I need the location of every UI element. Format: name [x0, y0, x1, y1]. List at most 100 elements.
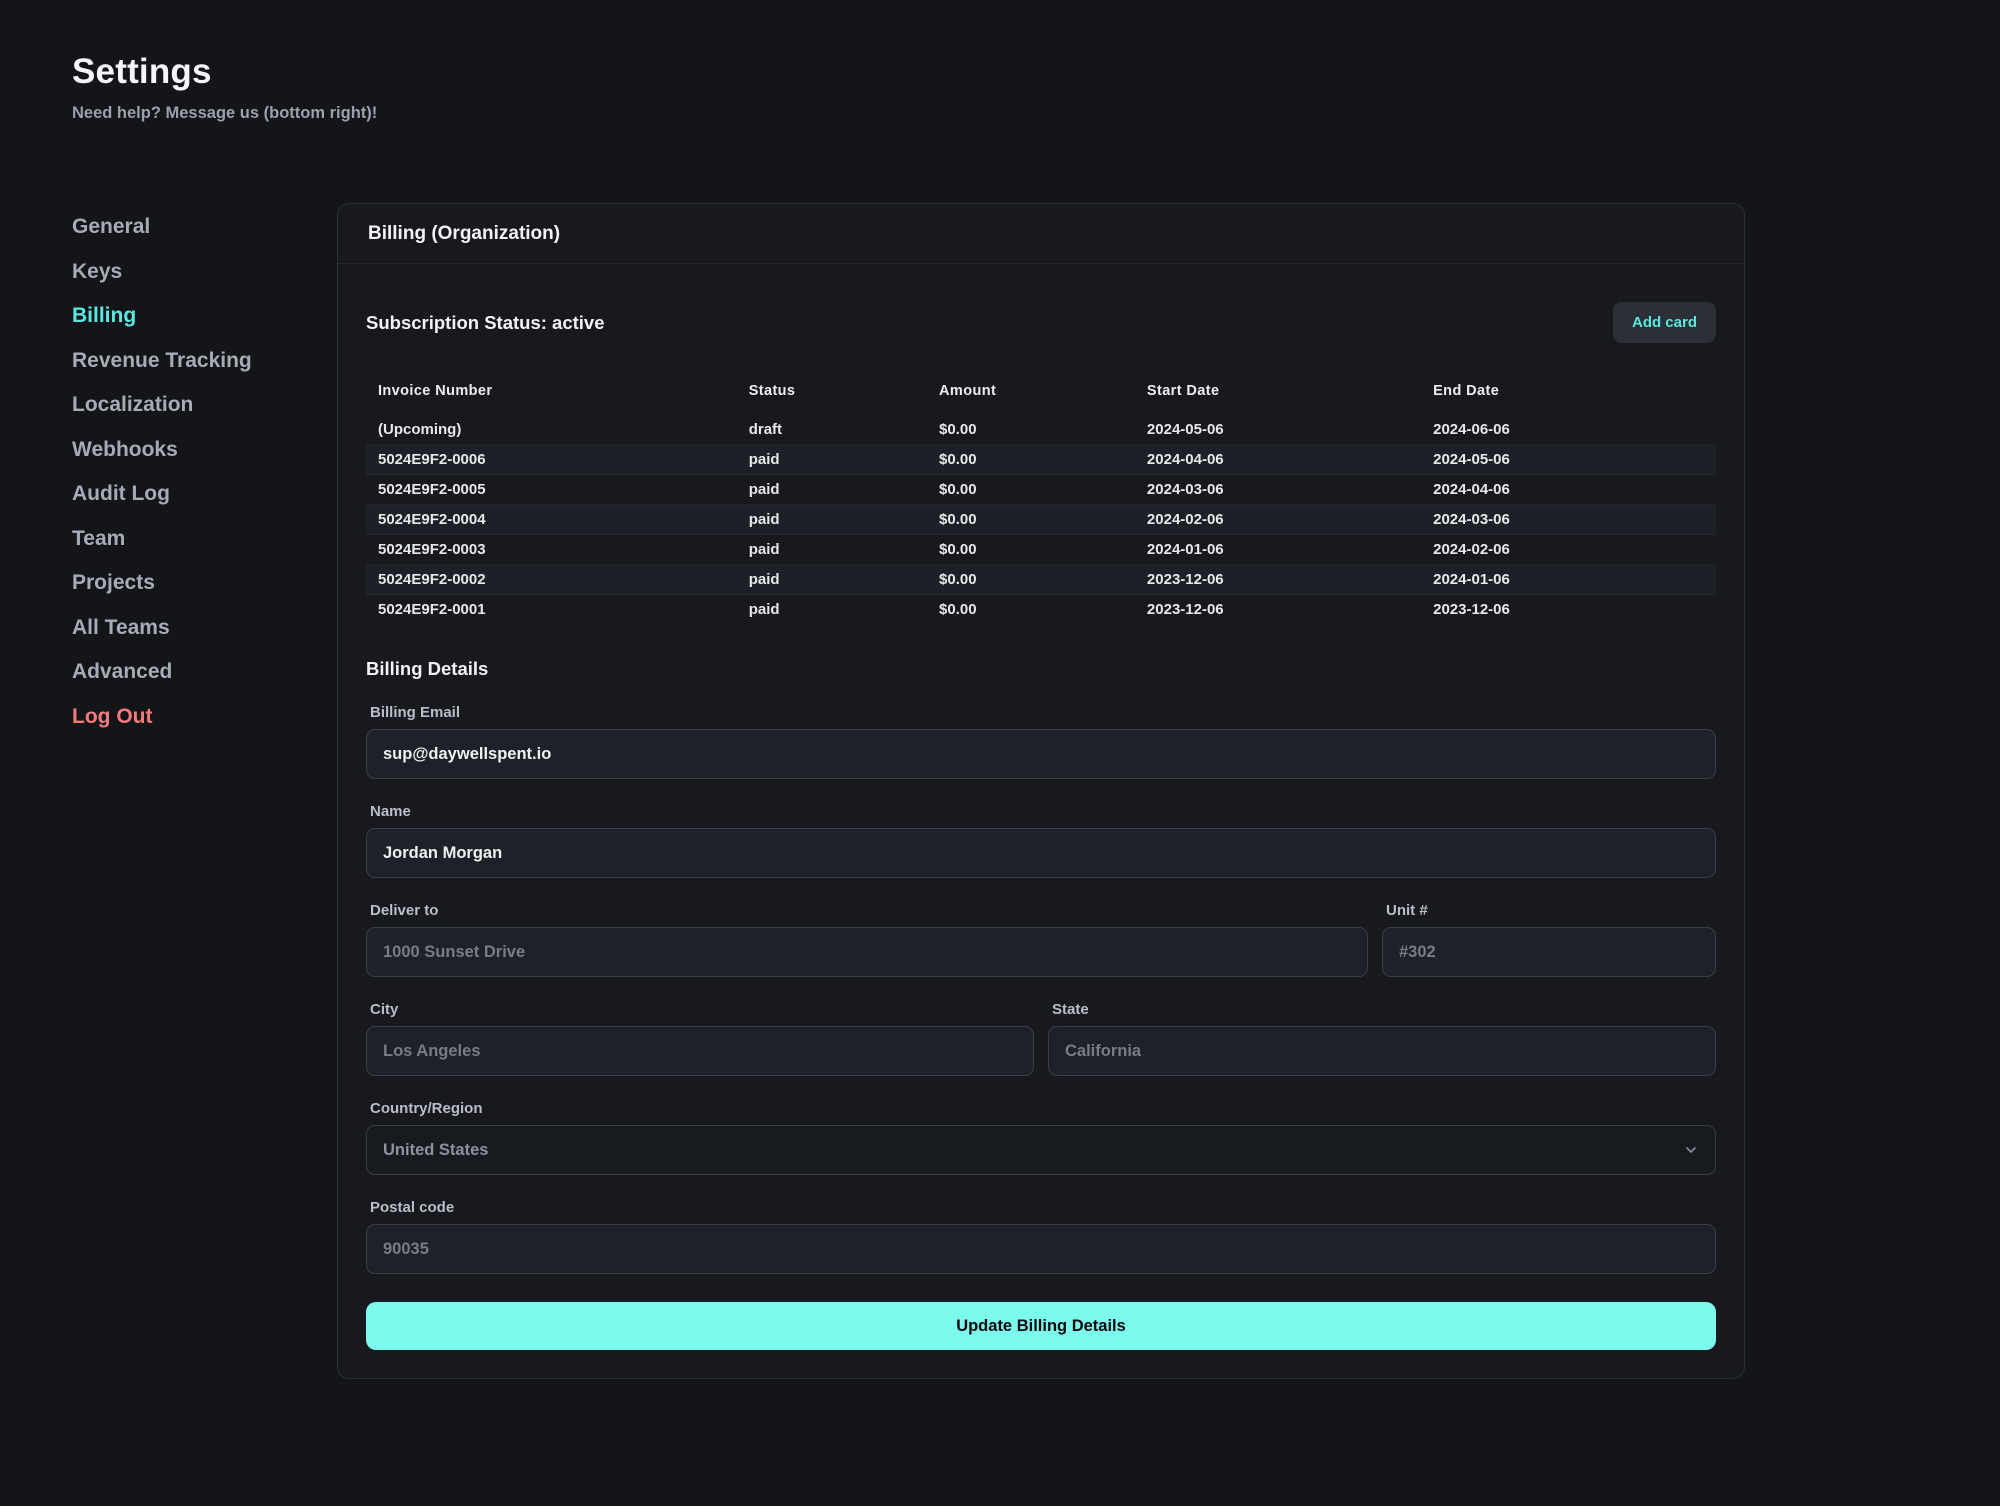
invoice-number-cell: 5024E9F2-0003	[366, 535, 747, 565]
subscription-status: Subscription Status: active	[366, 312, 605, 334]
sidebar-item-log-out[interactable]: Log Out	[72, 695, 152, 740]
unit-group: Unit #	[1382, 902, 1716, 977]
invoice-end-cell: 2024-02-06	[1431, 535, 1716, 565]
city-label: City	[366, 1001, 1034, 1018]
invoice-start-cell: 2024-03-06	[1145, 475, 1431, 505]
invoice-start-cell: 2023-12-06	[1145, 565, 1431, 595]
unit-field[interactable]	[1382, 927, 1716, 977]
city-field[interactable]	[366, 1026, 1034, 1076]
country-group: Country/Region United States	[366, 1100, 1716, 1175]
city-state-row: City State	[366, 1001, 1716, 1076]
unit-label: Unit #	[1382, 902, 1716, 919]
invoice-number-cell: (Upcoming)	[366, 415, 747, 445]
postal-group: Postal code	[366, 1199, 1716, 1274]
sidebar-item-revenue-tracking[interactable]: Revenue Tracking	[72, 339, 252, 384]
billing-email-label: Billing Email	[366, 704, 1716, 721]
invoice-status-cell: paid	[747, 505, 937, 535]
state-field[interactable]	[1048, 1026, 1716, 1076]
country-label: Country/Region	[366, 1100, 1716, 1117]
invoice-row: 5024E9F2-0002 paid $0.00 2023-12-06 2024…	[366, 565, 1716, 595]
chevron-down-icon	[1683, 1142, 1699, 1158]
invoice-row: 5024E9F2-0001 paid $0.00 2023-12-06 2023…	[366, 595, 1716, 625]
invoice-status-cell: paid	[747, 445, 937, 475]
billing-panel: Billing (Organization) Subscription Stat…	[337, 203, 1745, 1379]
invoice-end-cell: 2024-04-06	[1431, 475, 1716, 505]
invoice-start-cell: 2024-05-06	[1145, 415, 1431, 445]
layout: General Keys Billing Revenue Tracking Lo…	[72, 203, 1745, 1379]
invoice-status-cell: paid	[747, 595, 937, 625]
invoice-start-cell: 2024-01-06	[1145, 535, 1431, 565]
invoice-status-cell: paid	[747, 475, 937, 505]
sidebar-item-audit-log[interactable]: Audit Log	[72, 472, 170, 517]
invoice-row: 5024E9F2-0004 paid $0.00 2024-02-06 2024…	[366, 505, 1716, 535]
panel-title: Billing (Organization)	[338, 204, 1744, 264]
state-label: State	[1048, 1001, 1716, 1018]
page-subtitle: Need help? Message us (bottom right)!	[72, 104, 1745, 123]
name-label: Name	[366, 803, 1716, 820]
sidebar-item-keys[interactable]: Keys	[72, 250, 122, 295]
city-group: City	[366, 1001, 1034, 1076]
invoice-end-cell: 2023-12-06	[1431, 595, 1716, 625]
sidebar-item-general[interactable]: General	[72, 205, 150, 250]
invoice-table-header-row: Invoice Number Status Amount Start Date …	[366, 377, 1716, 415]
invoice-amount-cell: $0.00	[937, 415, 1145, 445]
address-row: Deliver to Unit #	[366, 902, 1716, 977]
settings-page: Settings Need help? Message us (bottom r…	[0, 0, 1745, 1379]
subscription-status-row: Subscription Status: active Add card	[366, 302, 1716, 343]
deliver-to-group: Deliver to	[366, 902, 1368, 977]
invoice-start-cell: 2024-02-06	[1145, 505, 1431, 535]
sidebar-item-localization[interactable]: Localization	[72, 383, 193, 428]
invoice-end-cell: 2024-06-06	[1431, 415, 1716, 445]
invoice-row: (Upcoming) draft $0.00 2024-05-06 2024-0…	[366, 415, 1716, 445]
invoice-row: 5024E9F2-0006 paid $0.00 2024-04-06 2024…	[366, 445, 1716, 475]
sidebar-item-all-teams[interactable]: All Teams	[72, 606, 170, 651]
invoice-end-cell: 2024-01-06	[1431, 565, 1716, 595]
invoice-end-cell: 2024-05-06	[1431, 445, 1716, 475]
sidebar-item-billing[interactable]: Billing	[72, 294, 136, 339]
invoice-status-cell: paid	[747, 565, 937, 595]
page-title: Settings	[72, 52, 1745, 92]
invoice-row: 5024E9F2-0005 paid $0.00 2024-03-06 2024…	[366, 475, 1716, 505]
name-field[interactable]	[366, 828, 1716, 878]
billing-details-heading: Billing Details	[366, 658, 1716, 680]
sidebar: General Keys Billing Revenue Tracking Lo…	[72, 203, 337, 739]
invoice-number-cell: 5024E9F2-0005	[366, 475, 747, 505]
column-status: Status	[747, 377, 937, 415]
invoice-number-cell: 5024E9F2-0006	[366, 445, 747, 475]
invoice-start-cell: 2023-12-06	[1145, 595, 1431, 625]
invoice-amount-cell: $0.00	[937, 475, 1145, 505]
sidebar-item-team[interactable]: Team	[72, 517, 125, 562]
invoice-table: Invoice Number Status Amount Start Date …	[366, 377, 1716, 624]
invoice-amount-cell: $0.00	[937, 535, 1145, 565]
country-select[interactable]: United States	[366, 1125, 1716, 1175]
deliver-to-field[interactable]	[366, 927, 1368, 977]
postal-label: Postal code	[366, 1199, 1716, 1216]
invoice-status-cell: draft	[747, 415, 937, 445]
state-group: State	[1048, 1001, 1716, 1076]
column-amount: Amount	[937, 377, 1145, 415]
invoice-amount-cell: $0.00	[937, 595, 1145, 625]
invoice-end-cell: 2024-03-06	[1431, 505, 1716, 535]
sidebar-item-webhooks[interactable]: Webhooks	[72, 428, 178, 473]
panel-body: Subscription Status: active Add card Inv…	[338, 264, 1744, 1378]
name-group: Name	[366, 803, 1716, 878]
sidebar-item-projects[interactable]: Projects	[72, 561, 155, 606]
invoice-amount-cell: $0.00	[937, 565, 1145, 595]
sidebar-item-advanced[interactable]: Advanced	[72, 650, 172, 695]
invoice-number-cell: 5024E9F2-0002	[366, 565, 747, 595]
invoice-number-cell: 5024E9F2-0001	[366, 595, 747, 625]
deliver-to-label: Deliver to	[366, 902, 1368, 919]
update-billing-details-button[interactable]: Update Billing Details	[366, 1302, 1716, 1350]
column-start-date: Start Date	[1145, 377, 1431, 415]
postal-code-field[interactable]	[366, 1224, 1716, 1274]
invoice-row: 5024E9F2-0003 paid $0.00 2024-01-06 2024…	[366, 535, 1716, 565]
invoice-status-cell: paid	[747, 535, 937, 565]
invoice-amount-cell: $0.00	[937, 445, 1145, 475]
country-select-value: United States	[383, 1141, 488, 1160]
invoice-number-cell: 5024E9F2-0004	[366, 505, 747, 535]
add-card-button[interactable]: Add card	[1613, 302, 1716, 343]
invoice-amount-cell: $0.00	[937, 505, 1145, 535]
invoice-start-cell: 2024-04-06	[1145, 445, 1431, 475]
column-invoice-number: Invoice Number	[366, 377, 747, 415]
billing-email-field[interactable]	[366, 729, 1716, 779]
